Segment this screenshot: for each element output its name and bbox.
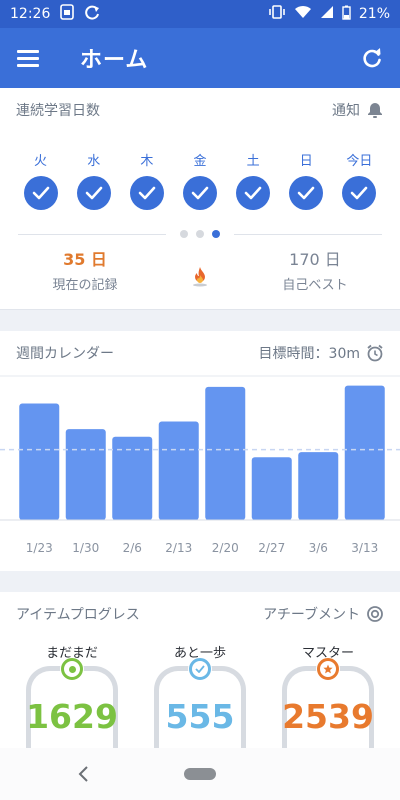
target-icon [367,606,383,622]
day-item: 今日 [337,150,381,210]
notify-button[interactable]: 通知 [332,100,384,120]
check-circle-icon [236,176,271,210]
day-label: 日 [299,154,313,169]
progress-items: まだまだ 1629 あと一歩 555 マスター 2539 [0,642,400,756]
check-circle-icon [342,176,377,210]
day-label: 今日 [346,154,373,169]
day-label: 水 [87,154,101,169]
refresh-icon [363,48,381,68]
vibrate-icon [268,5,286,23]
menu-button[interactable] [0,28,56,88]
chart-bar[interactable] [205,386,246,520]
refresh-button[interactable] [344,28,400,88]
sim-card-icon [60,4,75,24]
page-dot[interactable] [196,230,204,238]
star-badge-icon [316,657,340,681]
current-record-label: 現在の記録 [52,278,118,293]
alarm-clock-icon [367,344,383,362]
hamburger-icon [17,50,39,67]
battery-percent: 21% [358,6,390,22]
home-pill[interactable] [184,768,216,780]
back-button[interactable] [72,762,94,786]
item-progress-card: アイテムプログレス アチーブメント まだまだ 1629 あと一歩 555 マスタ… [0,592,400,756]
check-circle-icon [23,176,58,210]
system-nav-bar [0,748,400,800]
battery-icon [342,5,351,24]
progress-item-master[interactable]: マスター 2539 [268,642,388,756]
day-label: 火 [34,154,48,169]
page-indicator[interactable] [166,230,234,238]
day-label: 土 [246,154,260,169]
streak-pager [0,230,400,238]
chart-bar[interactable] [158,421,199,520]
current-record: 35 日 現在の記録 [0,246,170,293]
status-time: 12:26 [10,6,51,22]
chart-tick-label: 2/27 [258,541,285,555]
chart-tick-label: 3/13 [351,541,378,555]
calendar-header: 週間カレンダー 目標時間：30m [0,331,400,375]
calendar-title: 週間カレンダー [16,346,114,362]
chart-tick-label: 1/23 [26,541,53,555]
streak-days: 火 水 木 金 土 日 今日 [0,150,400,210]
flame-icon [170,253,230,287]
achievement-label: アチーブメント [263,607,360,623]
check-circle-icon [76,176,111,210]
wifi-icon [294,5,312,23]
chart-tick-label: 3/6 [309,541,328,555]
day-item: 土 [231,150,275,210]
target-badge-icon [60,657,84,681]
day-item: 火 [19,150,63,210]
bar-chart-svg: 1/23 1/30 2/6 2/13 2/20 2/27 3/6 3/13 [0,375,400,555]
page-title: ホーム [80,48,149,73]
chart-tick-label: 2/13 [165,541,192,555]
best-record: 170 日 自己ベスト [230,246,400,293]
chevron-left-icon [78,766,88,782]
chart-bar[interactable] [298,452,339,520]
app-bar: ホーム [0,28,400,88]
progress-item-beginner[interactable]: まだまだ 1629 [12,642,132,756]
cell-signal-icon [320,5,334,23]
sync-icon [84,4,100,24]
day-item: 水 [72,150,116,210]
page-dot[interactable] [180,230,188,238]
chart-bar[interactable] [19,403,60,520]
progress-item-value: 1629 [26,697,118,736]
goal-time-button[interactable]: 目標時間：30m [259,343,384,363]
weekly-bar-chart: 1/23 1/30 2/6 2/13 2/20 2/27 3/6 3/13 [0,375,400,571]
chart-tick-label: 1/30 [72,541,99,555]
notify-label: 通知 [332,103,360,119]
progress-header: アイテムプログレス アチーブメント [0,592,400,636]
progress-item-value: 555 [165,697,235,736]
bell-icon [368,103,382,118]
progress-item-almost[interactable]: あと一歩 555 [140,642,260,756]
achievement-button[interactable]: アチーブメント [263,604,384,624]
progress-item-value: 2539 [282,697,374,736]
streak-title: 連続学習日数 [16,103,100,119]
chart-tick-label: 2/20 [212,541,239,555]
status-bar: 12:26 21% [0,0,400,28]
streak-header: 連続学習日数 通知 [0,88,400,132]
day-label: 金 [193,154,207,169]
page-dot-active[interactable] [212,230,220,238]
day-item: 日 [284,150,328,210]
best-record-label: 自己ベスト [282,278,348,293]
chart-bar[interactable] [344,385,385,520]
weekly-calendar-card: 週間カレンダー 目標時間：30m 1/23 1/30 2/6 2/13 2/20 2/27… [0,331,400,571]
day-item: 金 [178,150,222,210]
current-record-value: 35 日 [63,250,107,269]
chart-bar[interactable] [65,429,106,520]
check-circle-icon [182,176,217,210]
check-circle-icon [129,176,164,210]
check-circle-icon [289,176,324,210]
streak-card: 連続学習日数 通知 火 水 木 金 土 日 今日 35 日 現在の記録 170 … [0,88,400,310]
progress-title: アイテムプログレス [16,607,140,623]
chart-tick-label: 2/6 [123,541,142,555]
streak-records: 35 日 現在の記録 170 日 自己ベスト [0,246,400,293]
day-label: 木 [140,154,154,169]
check-badge-icon [188,657,212,681]
goal-time-label: 目標時間：30m [258,346,360,362]
best-record-value: 170 日 [289,250,341,269]
chart-bar[interactable] [251,457,292,520]
day-item: 木 [125,150,169,210]
